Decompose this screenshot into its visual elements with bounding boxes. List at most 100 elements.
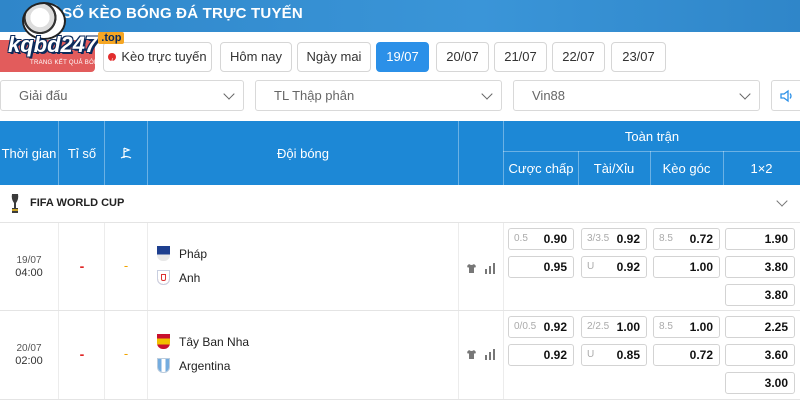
odd-value: 0.92 <box>543 320 567 334</box>
draw-odds[interactable]: 3.60 <box>725 344 795 366</box>
title-bar: TỈ SỐ KÈO BÓNG ĐÁ TRỰC TUYẾN <box>0 0 800 32</box>
odds-format-select[interactable]: TL Thập phân <box>255 80 502 111</box>
shirt-icon[interactable] <box>466 349 477 360</box>
match-score: - <box>79 346 85 362</box>
away-win-odds[interactable]: 3.80 <box>725 284 795 306</box>
match-score: - <box>79 258 85 274</box>
tomorrow-button[interactable]: Ngày mai <box>297 42 371 72</box>
odd-value: 0.85 <box>616 348 640 362</box>
odds-format-value: TL Thập phân <box>274 88 355 103</box>
world-cup-trophy-icon <box>11 194 19 213</box>
corner-line: 8.5 <box>659 233 673 244</box>
away-team-name: Anh <box>179 271 201 285</box>
over-odds[interactable]: 3/3.5 0.92 <box>581 228 647 250</box>
shirt-icon[interactable] <box>466 263 477 274</box>
corner-score: - <box>123 258 129 273</box>
corner-score: - <box>123 346 129 361</box>
over-odds[interactable]: 2/2.5 1.00 <box>581 316 647 338</box>
col-over-under: Tài/Xỉu <box>593 161 635 176</box>
odd-value: 1.00 <box>689 260 713 274</box>
home-win-odds[interactable]: 1.90 <box>725 228 795 250</box>
odd-value: 0.72 <box>689 348 713 362</box>
logo-text: kqbd247 <box>8 32 98 57</box>
league-name: FIFA WORLD CUP <box>30 197 125 209</box>
today-button[interactable]: Hôm nay <box>220 42 292 72</box>
stats-chart-icon[interactable] <box>484 263 497 274</box>
handicap-away-odds[interactable]: 0.92 <box>508 344 574 366</box>
handicap-line: 0/0.5 <box>514 321 537 332</box>
odd-value: 3.00 <box>764 376 788 390</box>
league-select[interactable]: Giải đấu <box>0 80 244 111</box>
home-team-name: Tây Ban Nha <box>179 335 250 349</box>
away-team[interactable]: Anh <box>157 269 200 287</box>
odd-value: 1.00 <box>616 320 640 334</box>
odd-value: 3.80 <box>764 288 788 302</box>
odd-value: 3.80 <box>764 260 788 274</box>
home-team[interactable]: Pháp <box>157 245 207 263</box>
speaker-icon <box>780 89 792 103</box>
under-odds[interactable]: U 0.85 <box>581 344 647 366</box>
home-win-odds[interactable]: 2.25 <box>725 316 795 338</box>
corner-flag-icon <box>120 147 132 159</box>
chevron-down-icon <box>223 88 235 100</box>
corner-under-odds[interactable]: 0.72 <box>653 344 720 366</box>
date-tab-23-07[interactable]: 23/07 <box>611 42 666 72</box>
logo-suffix: .top <box>98 32 125 44</box>
odd-value: 3.60 <box>764 348 788 362</box>
england-crest-icon <box>157 270 170 285</box>
col-handicap: Cược chấp <box>508 161 574 176</box>
logo-tagline: TRANG KẾT QUẢ BÓNG ĐÁ <box>30 60 115 66</box>
sound-toggle-button[interactable] <box>771 80 800 111</box>
odd-value: 0.92 <box>616 232 640 246</box>
under-label: U <box>587 349 595 360</box>
corner-under-odds[interactable]: 1.00 <box>653 256 720 278</box>
odd-value: 1.90 <box>764 232 788 246</box>
france-crest-icon <box>157 246 170 261</box>
odd-value: 0.92 <box>543 348 567 362</box>
col-corner-icon <box>105 121 147 185</box>
match-date: 20/07 <box>16 343 42 354</box>
corner-over-odds[interactable]: 8.5 1.00 <box>653 316 720 338</box>
bookmaker-select[interactable]: Vin88 <box>513 80 760 111</box>
handicap-home-odds[interactable]: 0/0.5 0.92 <box>508 316 574 338</box>
odds-table-header: Thời gian Tỉ số Đội bóng Toàn trận Cược … <box>0 121 800 185</box>
home-team[interactable]: Tây Ban Nha <box>157 333 249 351</box>
date-tab-20-07[interactable]: 20/07 <box>436 42 489 72</box>
match-datetime: 19/07 04:00 <box>0 255 58 279</box>
draw-odds[interactable]: 3.80 <box>725 256 795 278</box>
col-time: Thời gian <box>1 145 57 161</box>
chevron-down-icon[interactable] <box>776 195 788 207</box>
date-tab-22-07[interactable]: 22/07 <box>552 42 605 72</box>
col-1x2: 1×2 <box>750 161 773 176</box>
league-select-value: Giải đấu <box>19 88 68 103</box>
league-row[interactable]: FIFA WORLD CUP <box>0 185 800 223</box>
chevron-down-icon <box>739 88 751 100</box>
total-line: 3/3.5 <box>587 233 610 244</box>
odd-value: 0.95 <box>543 260 567 274</box>
page-title: TỈ SỐ KÈO BÓNG ĐÁ TRỰC TUYẾN <box>44 5 303 22</box>
argentina-crest-icon <box>157 358 170 373</box>
under-odds[interactable]: U 0.92 <box>581 256 647 278</box>
match-time: 04:00 <box>15 267 43 279</box>
col-corners: Kèo góc <box>662 161 711 176</box>
match-time: 02:00 <box>15 355 43 367</box>
date-tab-21-07[interactable]: 21/07 <box>494 42 547 72</box>
match-row: 20/07 02:00 - - Tây Ban Nha Argentina 0/… <box>0 311 800 400</box>
corner-line: 8.5 <box>659 321 673 332</box>
match-date: 19/07 <box>16 255 42 266</box>
away-team[interactable]: Argentina <box>157 357 230 375</box>
site-logo[interactable]: kqbd247 .top <box>8 32 125 58</box>
date-tab-19-07[interactable]: 19/07 <box>376 42 429 72</box>
corner-over-odds[interactable]: 8.5 0.72 <box>653 228 720 250</box>
match-row: 19/07 04:00 - - Pháp Anh 0.5 0.90 0.95 3… <box>0 223 800 311</box>
handicap-away-odds[interactable]: 0.95 <box>508 256 574 278</box>
odd-value: 2.25 <box>764 320 788 334</box>
home-team-name: Pháp <box>179 247 208 261</box>
stats-chart-icon[interactable] <box>484 349 497 360</box>
col-score: Tỉ số <box>67 145 97 161</box>
total-line: 2/2.5 <box>587 321 610 332</box>
handicap-home-odds[interactable]: 0.5 0.90 <box>508 228 574 250</box>
away-win-odds[interactable]: 3.00 <box>725 372 795 394</box>
chevron-down-icon <box>481 88 493 100</box>
col-full-match: Toàn trận <box>624 128 680 144</box>
